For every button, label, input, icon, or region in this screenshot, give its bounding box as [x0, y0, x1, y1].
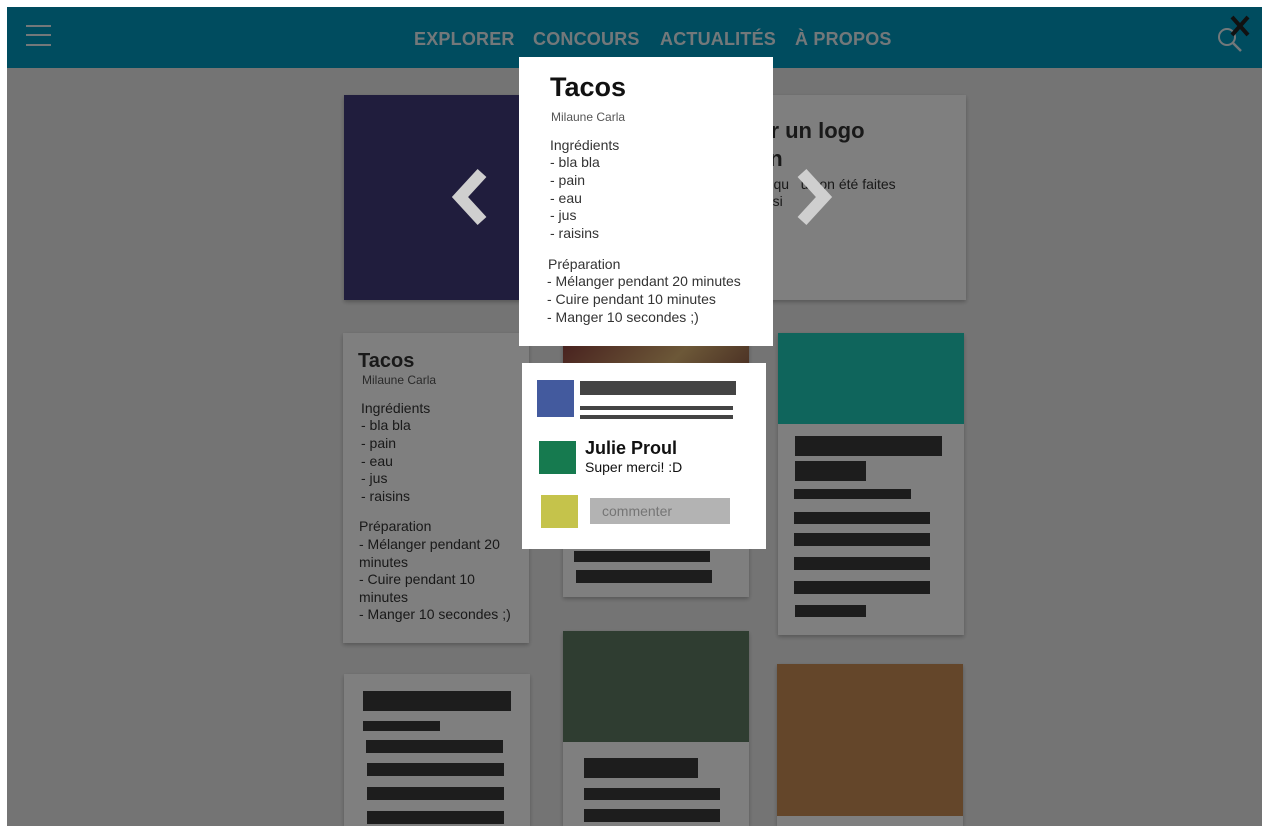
avatar [537, 380, 574, 417]
avatar [539, 441, 576, 474]
modal-ingredients-heading: Ingrédients [550, 137, 620, 153]
modal-step: - Cuire pendant 10 minutes [547, 291, 716, 307]
modal-ingredient: - bla bla [550, 154, 600, 170]
comment-input[interactable] [590, 498, 730, 524]
modal-ingredient: - raisins [550, 225, 600, 241]
placeholder-text-bar [580, 406, 733, 410]
chevron-left-icon[interactable] [450, 167, 490, 227]
modal-preparation-heading: Préparation [548, 256, 621, 272]
avatar [541, 495, 578, 528]
placeholder-text-bar [580, 415, 733, 419]
placeholder-title-bar [580, 381, 736, 395]
modal-ingredient: - eau [550, 190, 582, 206]
comments-popup: Julie Proul Super merci! :D [522, 363, 766, 549]
chevron-right-icon[interactable] [794, 167, 834, 227]
modal-step: - Manger 10 secondes ;) [547, 309, 699, 325]
comment-author: Julie Proul [585, 438, 678, 458]
modal-title: Tacos [550, 72, 627, 102]
modal-step: - Mélanger pendant 20 minutes [547, 273, 741, 289]
recipe-modal: Tacos Milaune Carla Ingrédients - bla bl… [519, 57, 773, 346]
modal-ingredient: - pain [550, 172, 586, 188]
modal-author: Milaune Carla [551, 110, 626, 124]
comment-text: Super merci! :D [585, 459, 683, 475]
app-frame: EXPLORER CONCOURS ACTUALITÉS À PROPOS ur… [7, 7, 1262, 826]
modal-ingredient: - jus [550, 207, 577, 223]
